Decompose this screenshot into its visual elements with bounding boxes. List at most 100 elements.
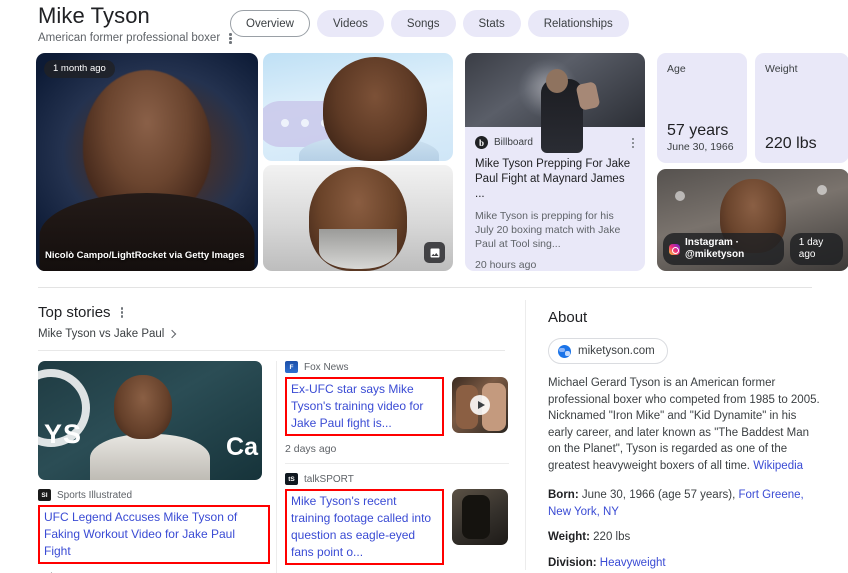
- lead-story-source-row: SI Sports Illustrated: [38, 489, 270, 501]
- story-source-row-2: tS talkSPORT: [285, 473, 444, 485]
- gallery-thumbnail-2[interactable]: [263, 165, 453, 271]
- news-card-snippet: Mike Tyson is prepping for his July 20 b…: [475, 210, 621, 250]
- news-card-overflow-menu-icon[interactable]: [631, 136, 636, 151]
- about-fact-born: Born: June 30, 1966 (age 57 years), Fort…: [548, 487, 824, 520]
- tab-relationships[interactable]: Relationships: [527, 10, 629, 37]
- about-description-text: Michael Gerard Tyson is an American form…: [548, 377, 820, 472]
- news-image-hand-shape: [575, 81, 601, 111]
- lead-story-image[interactable]: YS Ca: [38, 361, 262, 480]
- globe-icon: [558, 344, 571, 358]
- ig-light-1: [675, 191, 685, 201]
- instagram-handle-label: Instagram · @miketyson: [685, 237, 745, 260]
- lead-image-suit-shape: [90, 434, 210, 480]
- lead-image-text-ca: Ca: [226, 433, 258, 461]
- hero-time-badge: 1 month ago: [44, 60, 115, 78]
- column-divider: [525, 300, 526, 570]
- story-highlight-box-1: Ex-UFC star says Mike Tyson's training v…: [285, 377, 444, 436]
- top-stories-grid: YS Ca SI Sports Illustrated UFC Legend A…: [38, 361, 509, 573]
- top-stories-title: Top stories: [38, 304, 111, 321]
- story-divider: [285, 463, 509, 464]
- about-title: About: [548, 309, 588, 326]
- lead-image-portrait-shape: [114, 375, 173, 439]
- news-card-image: [465, 53, 645, 153]
- instagram-handle-badge: Instagram · @miketyson: [663, 233, 784, 265]
- fact-card-age-values: 57 years June 30, 1966: [667, 121, 737, 153]
- news-card-timestamp: 20 hours ago: [475, 259, 537, 271]
- fox-news-logo-icon: F: [285, 361, 298, 373]
- fact-card-age-value: 57 years: [667, 122, 729, 139]
- lead-story[interactable]: YS Ca SI Sports Illustrated UFC Legend A…: [38, 361, 270, 573]
- lead-story-highlight-box: UFC Legend Accuses Mike Tyson of Faking …: [38, 505, 270, 564]
- about-fact-born-label: Born:: [548, 489, 579, 501]
- story-title-1[interactable]: Ex-UFC star says Mike Tyson's training v…: [291, 381, 438, 432]
- about-fact-division: Division: Heavyweight: [548, 555, 824, 572]
- play-icon[interactable]: [470, 395, 490, 415]
- tab-stats[interactable]: Stats: [462, 10, 521, 37]
- gallery-thumbnail-1[interactable]: [263, 53, 453, 161]
- tab-overview[interactable]: Overview: [230, 10, 310, 37]
- about-facts-list: Born: June 30, 1966 (age 57 years), Fort…: [548, 487, 824, 573]
- wikipedia-link[interactable]: Wikipedia: [753, 460, 803, 472]
- story-highlight-box-2: Mike Tyson's recent training footage cal…: [285, 489, 444, 565]
- story-item-text-1: F Fox News Ex-UFC star says Mike Tyson's…: [285, 361, 444, 455]
- story-thumbnail-1[interactable]: [452, 377, 508, 433]
- top-stories-header: Top stories: [38, 303, 508, 322]
- about-fact-division-label: Division:: [548, 556, 597, 569]
- fact-card-weight-value: 220 lbs: [765, 135, 817, 152]
- fact-card-age-label: Age: [667, 63, 686, 75]
- thumb1-dot-2: [301, 119, 309, 127]
- top-stories-overflow-menu-icon[interactable]: [120, 305, 125, 320]
- about-description: Michael Gerard Tyson is an American form…: [548, 375, 824, 474]
- fact-card-age-sub: June 30, 1966: [667, 141, 734, 153]
- tab-songs[interactable]: Songs: [390, 10, 456, 37]
- instagram-timestamp-badge: 1 day ago: [789, 233, 843, 265]
- knowledge-panel-page: Mike Tyson American former professional …: [0, 0, 848, 573]
- instagram-card-footer: Instagram · @miketyson 1 day ago: [663, 233, 843, 265]
- news-image-head-shape: [546, 69, 568, 93]
- entity-tabs: Overview Videos Songs Stats Relationship…: [230, 10, 629, 37]
- story-source-row-1: F Fox News: [285, 361, 444, 373]
- fact-card-weight-label: Weight: [765, 63, 798, 75]
- news-card-billboard[interactable]: b Billboard Mike Tyson Prepping For Jake…: [465, 53, 645, 271]
- story-timestamp-1: 2 days ago: [285, 443, 337, 455]
- website-chip[interactable]: miketyson.com: [548, 338, 668, 364]
- story-item-text-2: tS talkSPORT Mike Tyson's recent trainin…: [285, 473, 444, 573]
- fact-card-weight: Weight 220 lbs: [755, 53, 848, 163]
- thumb1-portrait-shape: [323, 57, 427, 161]
- chevron-right-icon: [168, 329, 177, 339]
- top-stories-topic-link[interactable]: Mike Tyson vs Jake Paul: [38, 328, 508, 340]
- about-fact-weight: Weight: 220 lbs: [548, 529, 824, 546]
- secondary-stories: F Fox News Ex-UFC star says Mike Tyson's…: [276, 361, 509, 573]
- thumb1-dot-1: [281, 119, 289, 127]
- about-section: About miketyson.com Michael Gerard Tyson…: [548, 308, 824, 573]
- hero-image-credit: Nicolò Campo/LightRocket via Getty Image…: [45, 250, 245, 261]
- lead-story-source-name: Sports Illustrated: [57, 489, 133, 501]
- website-chip-label: miketyson.com: [578, 345, 655, 357]
- about-fact-weight-label: Weight:: [548, 531, 590, 543]
- more-images-icon[interactable]: [424, 242, 445, 263]
- billboard-logo-icon: b: [475, 136, 488, 150]
- story-title-2[interactable]: Mike Tyson's recent training footage cal…: [291, 493, 438, 561]
- news-card-title[interactable]: Mike Tyson Prepping For Jake Paul Fight …: [475, 157, 635, 202]
- story-thumbnail-2[interactable]: [452, 489, 508, 545]
- fact-card-age: Age 57 years June 30, 1966: [657, 53, 747, 163]
- talksport-logo-icon: tS: [285, 473, 298, 485]
- media-strip: 1 month ago Nicolò Campo/LightRocket via…: [36, 53, 848, 271]
- sports-illustrated-logo-icon: SI: [38, 489, 51, 501]
- thumb2-beard-shape: [319, 229, 397, 269]
- tab-videos[interactable]: Videos: [316, 10, 384, 37]
- story-item-talksport[interactable]: tS talkSPORT Mike Tyson's recent trainin…: [285, 473, 508, 573]
- top-stories-section: Top stories Mike Tyson vs Jake Paul YS C…: [38, 303, 509, 573]
- instagram-card[interactable]: Instagram · @miketyson 1 day ago: [657, 169, 848, 271]
- hero-image[interactable]: 1 month ago Nicolò Campo/LightRocket via…: [36, 53, 258, 271]
- about-fact-division-link[interactable]: Heavyweight: [600, 557, 666, 569]
- about-fact-weight-value: 220 lbs: [593, 531, 631, 543]
- entity-subtitle: American former professional boxer: [38, 32, 221, 45]
- lead-story-title[interactable]: UFC Legend Accuses Mike Tyson of Faking …: [44, 509, 264, 560]
- lead-image-text-ys: YS: [44, 419, 83, 449]
- story-source-name-1: Fox News: [304, 361, 349, 373]
- ig-light-2: [817, 185, 827, 195]
- story-source-name-2: talkSPORT: [304, 473, 354, 485]
- section-divider: [38, 287, 812, 288]
- story-item-fox-news[interactable]: F Fox News Ex-UFC star says Mike Tyson's…: [285, 361, 508, 455]
